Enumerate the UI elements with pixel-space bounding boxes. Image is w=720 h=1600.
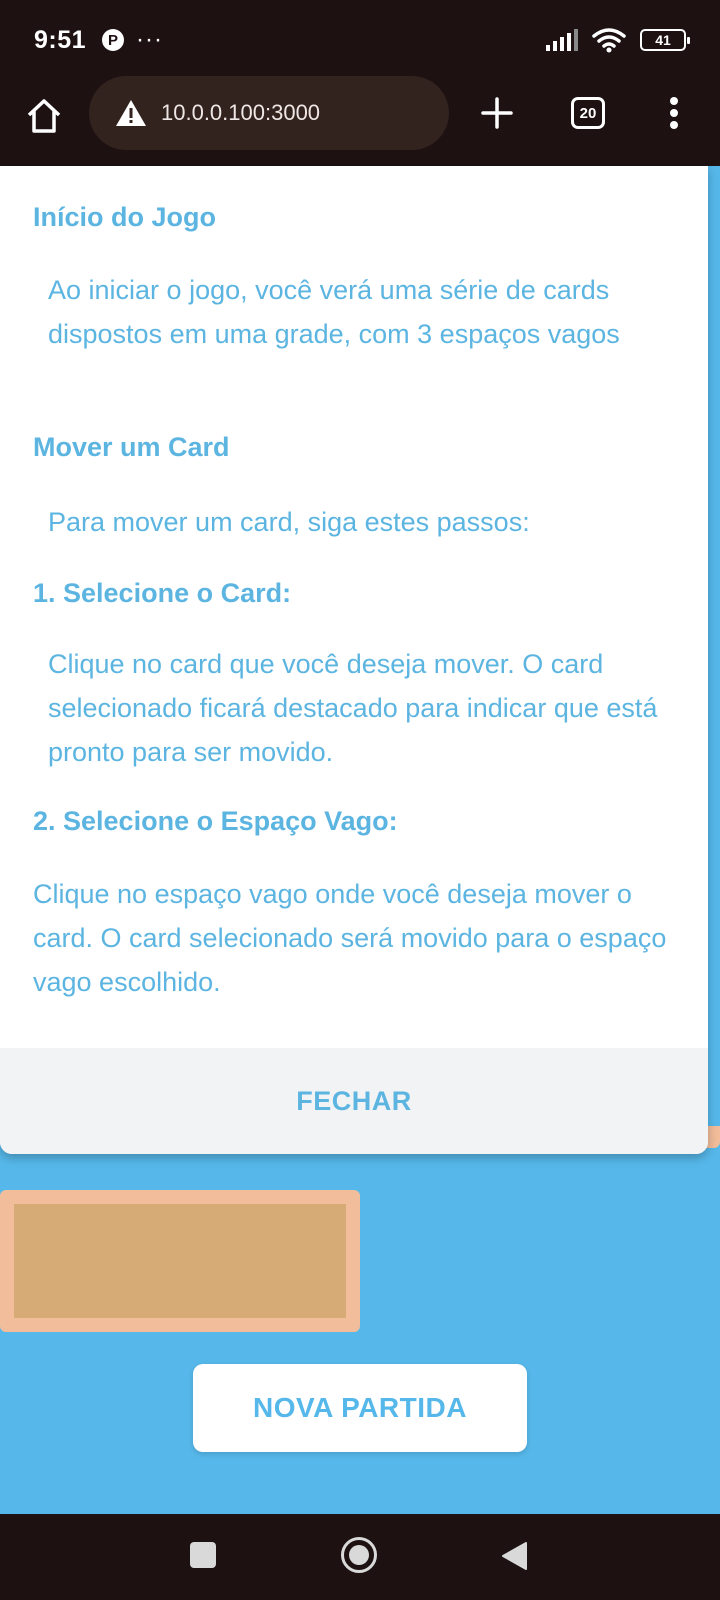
new-game-button[interactable]: NOVA PARTIDA [193, 1364, 527, 1452]
navigation-bar [0, 1514, 720, 1600]
empty-slot[interactable] [0, 1190, 360, 1332]
battery-level: 41 [655, 32, 671, 48]
home-nav-icon[interactable] [341, 1537, 377, 1573]
modal-footer: FECHAR [0, 1048, 708, 1154]
tabs-button[interactable]: 20 [571, 97, 605, 129]
home-nav-dot [349, 1545, 369, 1565]
battery-icon: 41 [640, 29, 690, 51]
back-icon[interactable] [500, 1541, 528, 1571]
heading-step1: 1. Selecione o Card: [33, 578, 292, 608]
text-step1: Clique no card que você deseja mover. O … [48, 649, 658, 767]
heading-step2: 2. Selecione o Espaço Vago: [33, 806, 398, 836]
more-notifications-icon: ··· [136, 26, 164, 53]
url-text: 10.0.0.100:3000 [161, 100, 321, 125]
empty-slot-fill [14, 1204, 346, 1318]
pinterest-icon: P [102, 29, 125, 51]
instructions-modal: Início do Jogo Ao iniciar o jogo, você v… [0, 166, 708, 1154]
wifi-icon [592, 28, 626, 53]
text-move: Para mover um card, siga estes passos: [48, 507, 530, 537]
heading-start: Início do Jogo [33, 202, 216, 232]
status-time: 9:51 [34, 25, 87, 54]
warning-icon [116, 100, 146, 126]
modal-body: Início do Jogo Ao iniciar o jogo, você v… [0, 166, 708, 1046]
status-bar: 9:51 P ··· 41 [0, 0, 720, 80]
home-icon[interactable] [24, 96, 64, 136]
new-tab-icon[interactable] [481, 97, 513, 129]
text-step2: Clique no espaço vago onde você deseja m… [33, 879, 667, 997]
close-button[interactable]: FECHAR [296, 1086, 412, 1117]
menu-icon[interactable] [668, 96, 680, 130]
signal-icon [546, 29, 578, 51]
recents-icon[interactable] [190, 1542, 216, 1568]
tabs-count: 20 [579, 104, 597, 122]
text-start: Ao iniciar o jogo, você verá uma série d… [48, 275, 620, 349]
address-bar[interactable]: 10.0.0.100:3000 [89, 76, 449, 150]
status-indicators: 41 [546, 27, 690, 53]
heading-move: Mover um Card [33, 432, 230, 462]
